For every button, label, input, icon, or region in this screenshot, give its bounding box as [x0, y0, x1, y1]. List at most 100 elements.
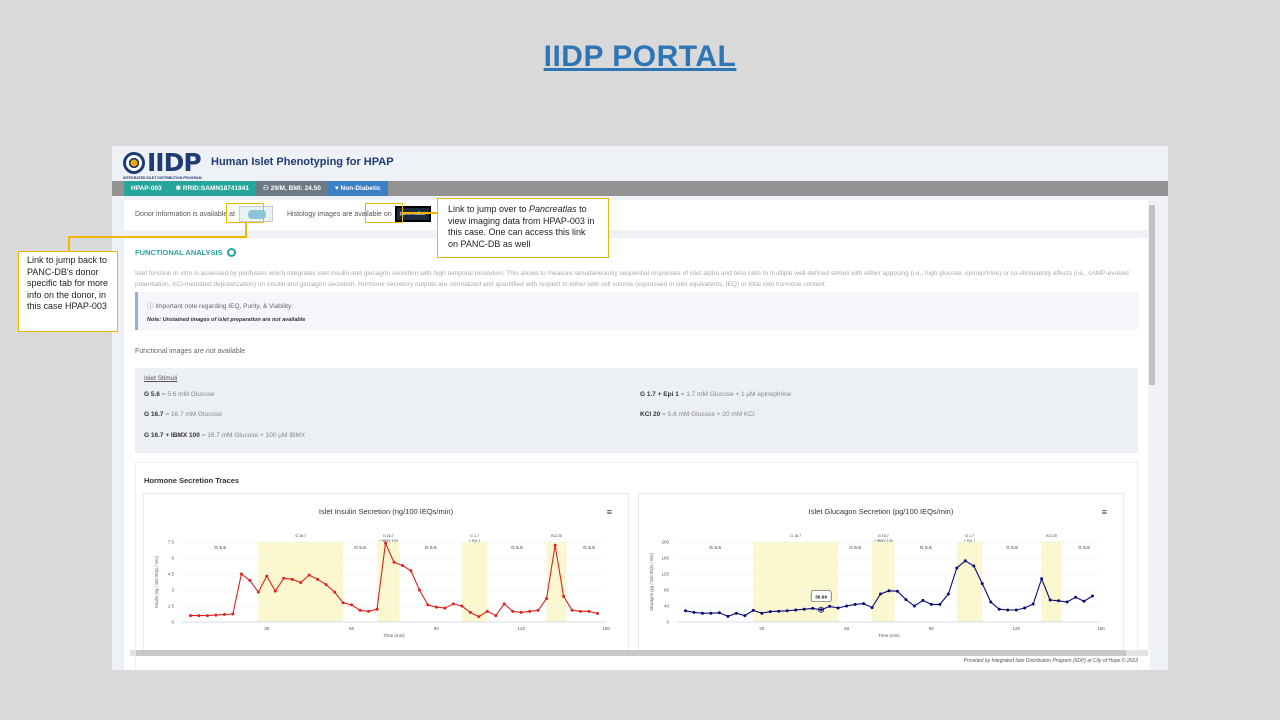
data-point: [375, 607, 379, 611]
y-tick-label: 200: [661, 540, 669, 545]
demographics-text: 29/M, BMI: 24.50: [270, 185, 321, 192]
stimulus-desc: = 16.7 mM Glucose + 100 µM IBMX: [199, 432, 306, 439]
stimulus-desc: = 1.7 mM Glucose + 1 µM epinephrine: [678, 391, 792, 398]
data-point: [1091, 594, 1095, 598]
band-label: G 5.6: [1006, 545, 1018, 551]
data-point: [683, 609, 687, 613]
data-point: [734, 611, 738, 615]
data-point: [1040, 577, 1044, 581]
x-tick-label: 60: [844, 626, 850, 631]
data-point: [1048, 598, 1052, 602]
connector-line: [68, 236, 247, 238]
data-point: [367, 609, 371, 613]
data-point: [443, 606, 447, 610]
data-point: [248, 578, 252, 582]
tooltip-value: 30.60: [815, 594, 827, 600]
x-tick-label: 90: [929, 626, 935, 631]
horizontal-scrollbar[interactable]: [130, 650, 1148, 656]
data-point: [963, 559, 967, 563]
band-label: G 16.7: [790, 534, 801, 538]
x-tick-label: 120: [517, 626, 525, 631]
data-point: [519, 610, 523, 614]
data-point: [553, 543, 557, 547]
data-point: [700, 611, 704, 615]
data-point: [239, 572, 243, 576]
band-label: G 5.6: [709, 545, 721, 551]
data-point: [743, 614, 747, 618]
functional-images-status: Functional images are not available: [135, 348, 246, 355]
band-label: G 16.7: [383, 534, 394, 538]
main-content: Donor information is available at Histol…: [124, 200, 1150, 670]
band-label: G 1.7: [965, 534, 974, 538]
data-point: [197, 614, 201, 618]
data-point: [862, 602, 866, 606]
rrid-text: RRID:SAMN18741941: [182, 185, 249, 192]
band-label: + IBMX 100: [379, 539, 398, 543]
data-point: [188, 614, 192, 618]
data-point: [545, 597, 549, 601]
data-point: [946, 592, 950, 596]
x-tick-label: 120: [1012, 626, 1020, 631]
data-point: [350, 603, 354, 607]
diabetes-status-chip: ♥ Non-Diabetic: [327, 181, 388, 196]
data-point: [341, 601, 345, 605]
y-tick-label: 1.5: [168, 604, 175, 609]
data-point: [717, 611, 721, 615]
demographics-chip: ⚇ 29/M, BMI: 24.50: [255, 181, 328, 196]
scrollbar-thumb[interactable]: [1149, 205, 1155, 385]
data-point: [1014, 608, 1018, 612]
data-point: [726, 614, 730, 618]
logo-subtext: INTEGRATED ISLET DISTRIBUTION PROGRAM: [123, 176, 202, 180]
vertical-scrollbar[interactable]: [1148, 200, 1156, 650]
band-label: G 5.6: [583, 545, 595, 551]
traces-title: Hormone Secretion Traces: [144, 476, 240, 485]
data-point: [536, 608, 540, 612]
app-header: IIDP INTEGRATED ISLET DISTRIBUTION PROGR…: [112, 146, 1168, 181]
band-label: G 5.6: [920, 545, 932, 551]
diabetes-status-text: Non-Diabetic: [340, 185, 381, 192]
data-point: [1023, 606, 1027, 610]
band-label: G 5.6: [511, 545, 523, 551]
band-label: KCl 20: [551, 534, 562, 538]
y-tick-label: 80: [664, 588, 670, 593]
data-point: [1006, 608, 1010, 612]
data-point: [794, 608, 798, 612]
stimulus-item: KCl 20 = 5.6 mM Glucose + 20 mM KCl: [640, 411, 755, 418]
band-label: G 16.7: [295, 534, 306, 538]
data-point: [955, 566, 959, 570]
data-point: [1065, 600, 1069, 604]
data-point: [231, 612, 235, 616]
data-point: [511, 609, 515, 613]
data-point: [692, 610, 696, 614]
data-point: [384, 541, 388, 545]
data-point: [811, 606, 815, 610]
donor-info-label: Donor information is available at: [135, 210, 235, 218]
data-point: [802, 607, 806, 611]
data-point: [307, 573, 311, 577]
iidp-logo[interactable]: IIDP INTEGRATED ISLET DISTRIBUTION PROGR…: [123, 148, 215, 180]
data-point: [1031, 602, 1035, 606]
data-point: [528, 609, 532, 613]
y-axis-title: Glucagon (pg / 100 IEQs / min): [649, 553, 654, 611]
scrollbar-thumb[interactable]: [136, 650, 1126, 656]
glucagon-chart-svg: G 5.6G 16.7G 5.6G 16.7+ IBMX 100G 5.6G 1…: [649, 534, 1105, 638]
data-point: [358, 608, 362, 612]
data-point: [853, 602, 857, 606]
portal-screenshot: IIDP INTEGRATED ISLET DISTRIBUTION PROGR…: [112, 146, 1168, 670]
data-point: [290, 577, 294, 581]
data-point: [256, 590, 260, 594]
data-point: [494, 614, 498, 618]
stimulus-key: G 5.6: [144, 391, 160, 398]
data-point: [222, 613, 226, 617]
data-point: [409, 569, 413, 573]
data-point: [777, 609, 781, 613]
connector-line: [68, 236, 70, 252]
insulin-chart-svg: G 5.6G 16.7G 5.6G 16.7+ IBMX 100G 5.6G 1…: [154, 534, 610, 638]
info-circle-icon[interactable]: [226, 248, 236, 257]
band-label: G 5.6: [425, 545, 437, 551]
y-tick-label: 4.5: [168, 572, 175, 577]
data-point: [417, 588, 421, 592]
annotation-pancreatlas: Link to jump over to Pancreatlas to view…: [437, 198, 609, 258]
stimulus-item: G 16.7 = 16.7 mM Glucose: [144, 411, 222, 418]
insulin-chart-card: Islet Insulin Secretion (ng/100 IEQs/min…: [143, 493, 629, 653]
